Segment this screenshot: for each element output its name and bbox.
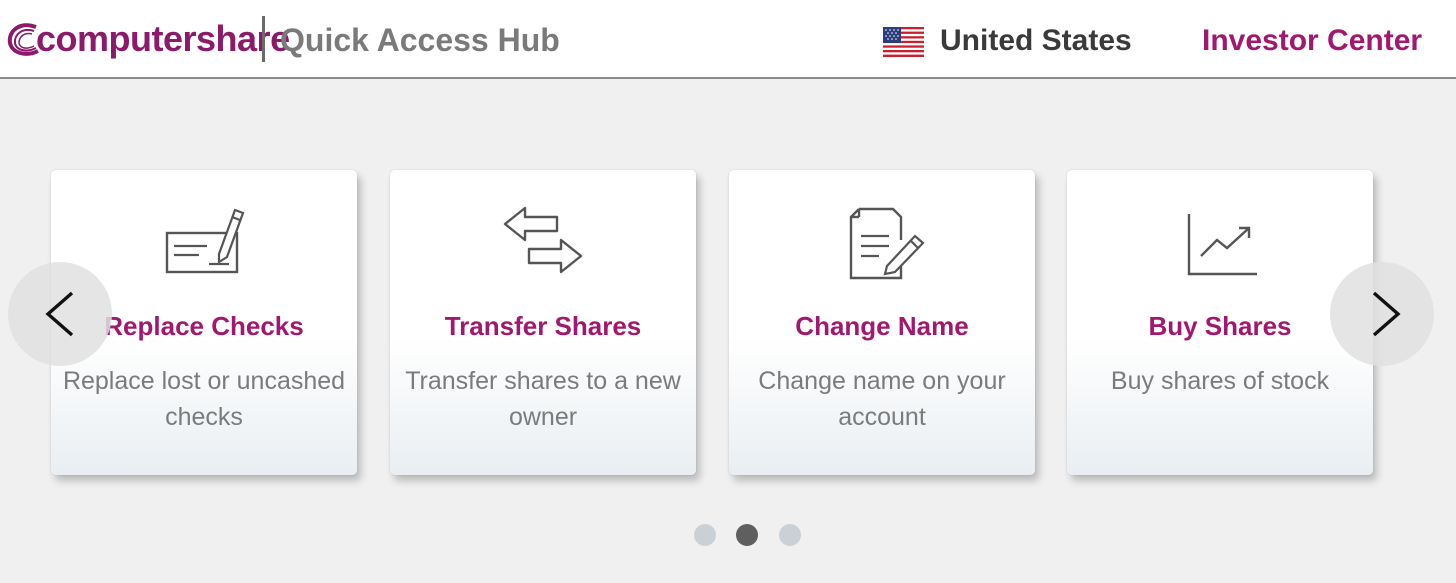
card-transfer-shares[interactable]: Transfer Shares Transfer shares to a new… (390, 170, 696, 475)
document-edit-icon (729, 200, 1035, 280)
pagination-dot[interactable] (694, 524, 716, 546)
computershare-logo[interactable]: computershare (6, 14, 290, 64)
header-divider (262, 16, 265, 62)
transfer-arrows-icon (390, 200, 696, 280)
card-title: Change Name (795, 311, 969, 341)
card-description: Change name on your account (758, 367, 1006, 431)
card-title: Buy Shares (1148, 311, 1292, 341)
pagination-dot-active[interactable] (736, 524, 758, 546)
card-description: Transfer shares to a new owner (405, 367, 681, 431)
card-description: Replace lost or uncashed checks (62, 367, 346, 431)
pagination-dot[interactable] (779, 524, 801, 546)
us-flag-icon[interactable] (883, 27, 924, 57)
card-title: Transfer Shares (444, 311, 642, 341)
card-change-name[interactable]: Change Name Change name on your account (729, 170, 1035, 475)
top-header: computershare Quick Access Hub United St… (0, 0, 1456, 79)
card-buy-shares[interactable]: Buy Shares Buy shares of stock (1067, 170, 1373, 475)
chevron-right-icon (1372, 291, 1401, 337)
investor-center-link[interactable]: Investor Center (1202, 24, 1422, 58)
app-title: Quick Access Hub (280, 22, 560, 58)
line-chart-icon (1067, 200, 1373, 280)
region-selector[interactable]: United States (940, 24, 1132, 58)
brand-name: computershare (36, 18, 290, 59)
chevron-left-icon (45, 291, 74, 337)
carousel-pagination (694, 524, 804, 546)
carousel-next-button[interactable] (1330, 262, 1434, 366)
carousel-prev-button[interactable] (8, 262, 112, 366)
card-description: Buy shares of stock (1110, 367, 1330, 395)
